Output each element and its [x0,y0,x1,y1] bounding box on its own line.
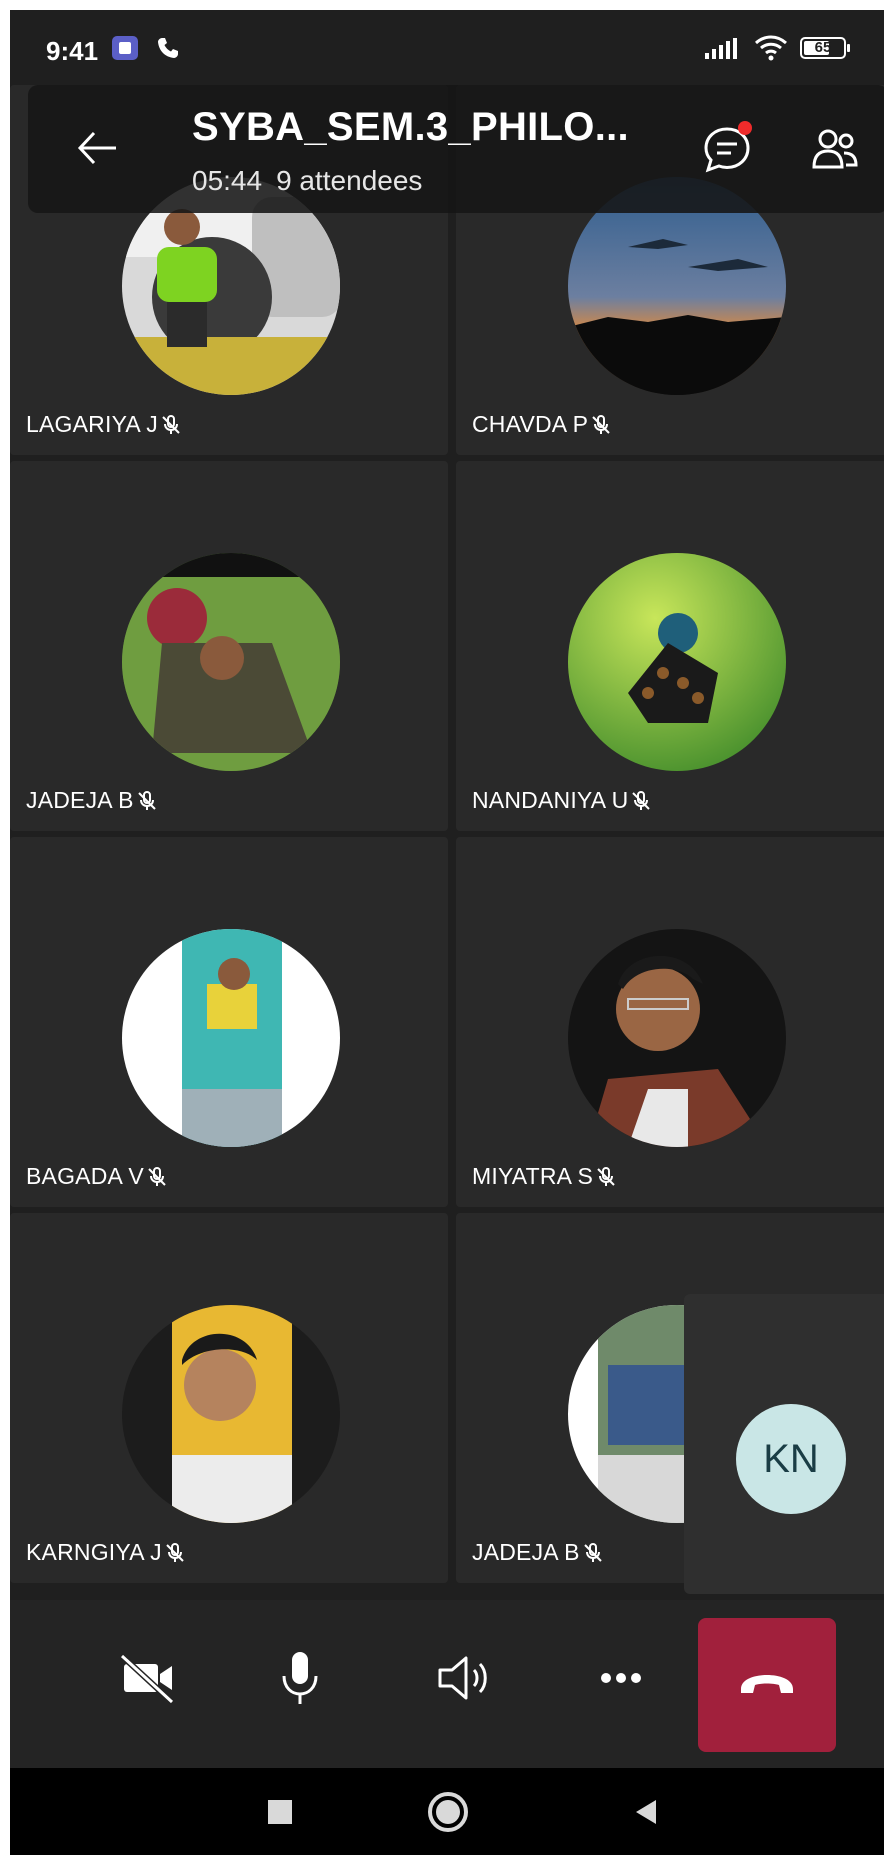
participant-name: CHAVDA P [472,411,589,437]
participant-name-row: JADEJA B [26,787,158,814]
mic-muted-icon [592,414,610,434]
recents-square-icon [268,1800,292,1824]
participant-name: NANDANIYA U [472,787,629,813]
participant-tile[interactable]: JADEJA B [10,461,448,831]
participant-name: KARNGIYA J [26,1539,162,1565]
self-view-tile[interactable]: KN [684,1294,884,1594]
mic-muted-icon [583,1542,602,1562]
mic-muted-icon [148,1166,166,1186]
more-options-button[interactable] [581,1638,661,1718]
participant-avatar [122,929,340,1147]
mic-muted-icon [166,1542,184,1562]
self-avatar: KN [736,1404,846,1514]
participant-name-row: BAGADA V [26,1163,168,1190]
participant-avatar [568,929,786,1147]
participant-avatar [122,553,340,771]
video-toggle-button[interactable] [108,1638,188,1718]
participant-name-row: NANDANIYA U [472,787,652,814]
battery-icon: 65 [800,37,850,59]
participant-tile[interactable]: BAGADA V [10,837,448,1207]
participant-avatar [568,553,786,771]
battery-percent: 65 [814,39,832,56]
back-arrow-icon[interactable] [72,123,122,173]
participant-tile[interactable]: NANDANIYA U [456,461,884,831]
participants-icon[interactable] [808,123,862,177]
participant-tile[interactable]: MIYATRA S [456,837,884,1207]
participant-name: JADEJA B [472,1539,580,1565]
mic-muted-icon [597,1166,615,1186]
mic-muted-icon [632,790,651,810]
participant-name-row: KARNGIYA J [26,1539,186,1566]
home-button[interactable] [420,1784,476,1840]
home-circle-icon [428,1792,468,1832]
more-options-icon [601,1673,641,1683]
participant-name: JADEJA B [26,787,134,813]
meeting-duration: 05:44 [192,165,263,196]
mic-muted-icon [137,790,156,810]
back-button[interactable] [618,1784,674,1840]
call-controls-bar [10,1600,884,1768]
status-bar: 9:41 65 [10,10,884,85]
recents-button[interactable] [252,1784,308,1840]
back-triangle-icon [636,1800,656,1824]
meeting-title: SYBA_SEM.3_PHILO... [192,105,629,149]
phone-call-icon [158,38,178,58]
speaker-icon [438,1656,487,1700]
signal-icon [705,38,737,59]
chat-unread-indicator [738,121,752,135]
status-time: 9:41 [46,36,99,66]
participant-name: LAGARIYA J [26,411,158,437]
participant-name-row: LAGARIYA J [26,411,182,438]
meeting-header: SYBA_SEM.3_PHILO... 05:44 9 attendees [28,85,884,213]
wifi-icon [755,35,787,61]
microphone-icon [282,1652,318,1704]
hang-up-button[interactable] [698,1618,836,1752]
participant-name-row: CHAVDA P [472,411,612,438]
system-nav-bar [10,1768,884,1855]
participant-name: BAGADA V [26,1163,144,1189]
speaker-button[interactable] [424,1638,504,1718]
participant-tile[interactable]: KARNGIYA J [10,1213,448,1583]
meeting-subtitle: 05:44 9 attendees [192,165,436,197]
teams-meeting-screen: 9:41 65 LAGARIYA J CHAVDA P JADEJA B NAN… [10,10,884,1855]
participant-avatar [122,1305,340,1523]
video-off-icon [119,1653,175,1705]
microphone-toggle-button[interactable] [260,1638,340,1718]
hang-up-icon [741,1675,793,1693]
participant-name: MIYATRA S [472,1163,594,1189]
teams-notification-icon [112,36,138,60]
mic-muted-icon [162,414,180,434]
participant-name-row: JADEJA B [472,1539,604,1566]
attendee-count: 9 attendees [276,165,423,196]
participant-name-row: MIYATRA S [472,1163,617,1190]
